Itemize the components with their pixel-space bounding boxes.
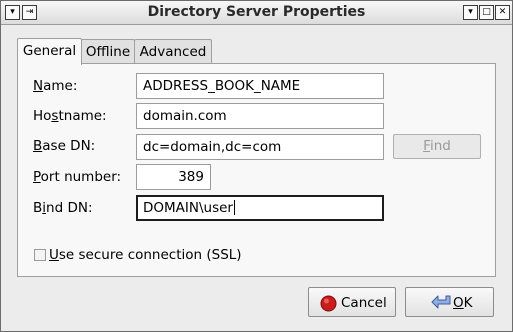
bind-dn-value: DOMAIN\user — [143, 200, 233, 216]
name-field[interactable]: ADDRESS_BOOK_NAME — [136, 73, 384, 99]
cancel-icon — [320, 295, 337, 316]
maximize-icon[interactable]: □ — [479, 5, 494, 20]
window-title: Directory Server Properties — [147, 4, 366, 20]
bind-dn-field[interactable]: DOMAIN\user — [136, 195, 384, 221]
dialog-window: ▾ ⇥ Directory Server Properties ▾ □ ✕ Ge… — [0, 0, 513, 332]
base-dn-field[interactable]: dc=domain,dc=com — [136, 134, 384, 160]
tab-advanced[interactable]: Advanced — [134, 39, 212, 64]
base-dn-label: Base DN: — [33, 138, 96, 154]
port-field[interactable]: 389 — [136, 164, 211, 190]
ssl-checkbox[interactable] — [34, 249, 46, 261]
cancel-label: Cancel — [341, 295, 387, 311]
ok-arrow-icon — [431, 293, 453, 317]
ok-button[interactable]: OK — [405, 287, 494, 317]
ok-label: OK — [453, 295, 473, 311]
find-button[interactable]: Find — [393, 134, 481, 159]
port-label: Port number: — [33, 169, 122, 185]
bind-dn-label: Bind DN: — [33, 200, 93, 216]
tab-offline[interactable]: Offline — [81, 39, 135, 64]
minimize-icon[interactable]: ▾ — [463, 5, 478, 20]
ssl-label[interactable]: Use secure connection (SSL) — [49, 247, 242, 263]
name-label: Name: — [33, 78, 78, 94]
tab-general[interactable]: General — [17, 38, 82, 65]
close-icon[interactable]: ✕ — [495, 5, 510, 20]
hostname-field[interactable]: domain.com — [136, 103, 384, 129]
cancel-button[interactable]: Cancel — [308, 287, 396, 317]
text-caret — [233, 200, 235, 215]
title-bar[interactable]: ▾ ⇥ Directory Server Properties ▾ □ ✕ — [1, 1, 512, 25]
hostname-label: Hostname: — [33, 108, 107, 124]
